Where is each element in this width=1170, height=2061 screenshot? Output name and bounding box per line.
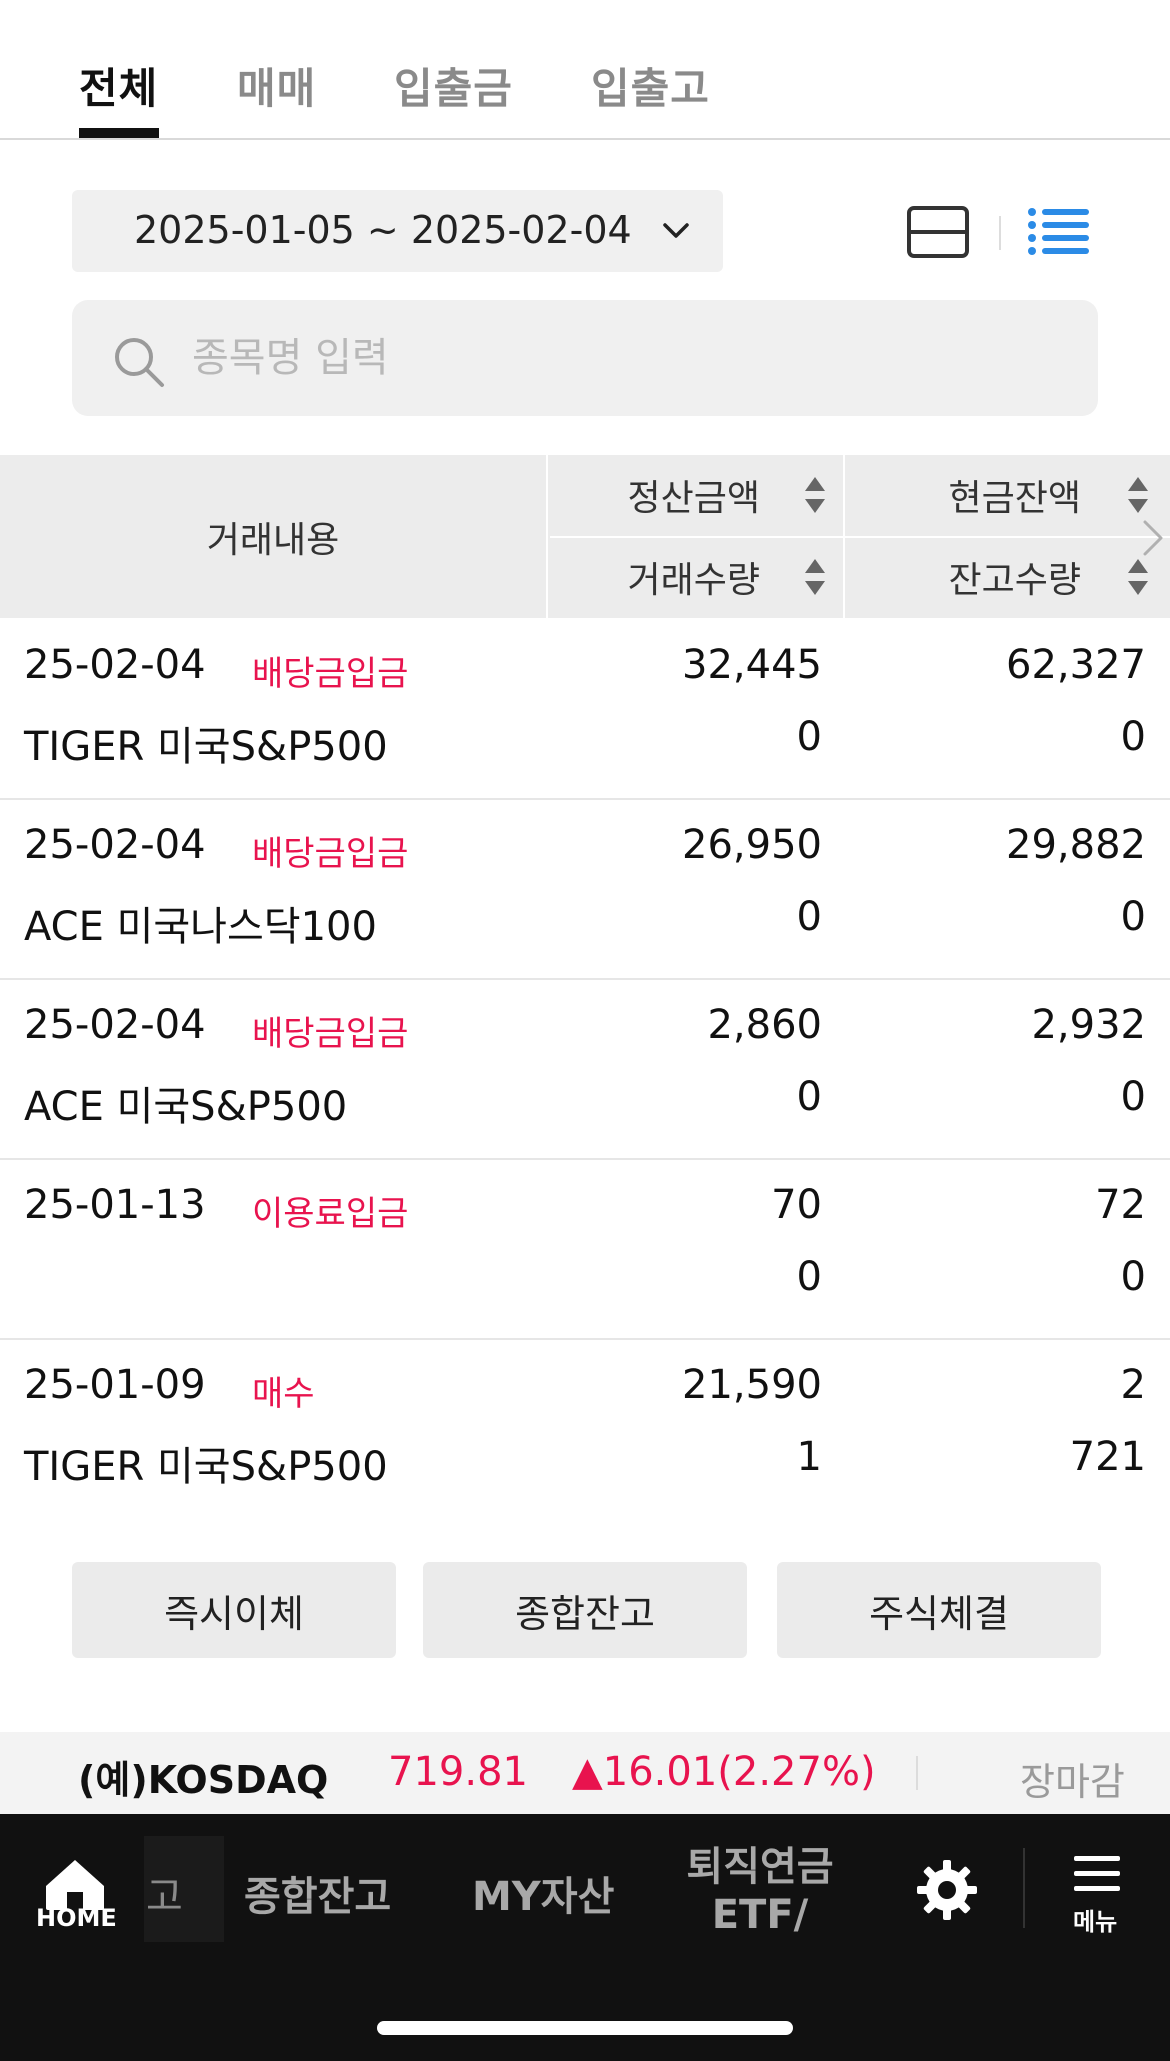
gear-icon[interactable]: [915, 1858, 979, 1922]
row-stock-name: TIGER 미국S&P500: [24, 724, 388, 770]
row-date: 25-02-04: [24, 642, 206, 688]
row-type: 배당금입금: [252, 834, 409, 874]
row-holding-quantity: 0: [1120, 894, 1146, 940]
tab-bar: 전체 매매 입출금 입출고: [0, 0, 1170, 140]
row-settlement-amount: 21,590: [682, 1362, 822, 1408]
active-tab-indicator: [79, 128, 159, 138]
market-ticker[interactable]: (예)KOSDAQ 719.81 ▲16.01(2.27%) 장마감: [0, 1732, 1170, 1814]
row-cash-balance: 29,882: [1006, 822, 1146, 868]
nav-item-partial-label: 고: [146, 1874, 183, 1920]
home-indicator: [377, 2021, 793, 2035]
nav-item-retirement-etf[interactable]: 퇴직연금 ETF/: [680, 1834, 840, 1938]
table-row[interactable]: 25-02-04 배당금입금 TIGER 미국S&P500 32,445 0 6…: [0, 620, 1170, 800]
row-stock-name: TIGER 미국S&P500: [24, 1444, 388, 1490]
row-stock-name: ACE 미국S&P500: [24, 1084, 348, 1130]
row-type: 매수: [252, 1374, 315, 1414]
table-row[interactable]: 25-01-09 매수 TIGER 미국S&P500 21,590 1 2 72…: [0, 1340, 1170, 1520]
menu-label[interactable]: 메뉴: [1073, 1902, 1117, 1937]
search-icon: [115, 338, 164, 387]
row-holding-quantity: 0: [1120, 1074, 1146, 1120]
search-box: [72, 300, 1098, 416]
header-divider: [550, 536, 1170, 538]
nav-item-retirement-line2: ETF/: [711, 1892, 809, 1938]
row-settlement-amount: 32,445: [682, 642, 822, 688]
row-trade-quantity: 0: [796, 894, 822, 940]
sort-icon[interactable]: [1126, 557, 1150, 597]
row-cash-balance: 62,327: [1006, 642, 1146, 688]
bottom-navigation: HOME 고 종합잔고 MY자산 퇴직연금 ETF/ 메뉴: [0, 1814, 1170, 2061]
ticker-divider: [916, 1756, 918, 1790]
row-settlement-amount: 26,950: [682, 822, 822, 868]
row-stock-name: ACE 미국나스닥100: [24, 904, 377, 950]
header-trade-quantity[interactable]: 거래수량: [550, 537, 760, 617]
row-holding-quantity: 0: [1120, 714, 1146, 760]
view-divider: [999, 216, 1001, 250]
nav-item-my-assets[interactable]: MY자산: [472, 1864, 614, 1922]
date-range-value: 2025-01-05 ~ 2025-02-04: [134, 208, 632, 252]
row-trade-quantity: 0: [796, 1074, 822, 1120]
table-row[interactable]: 25-01-13 이용료입금 70 0 72 0: [0, 1160, 1170, 1340]
tab-all[interactable]: 전체: [79, 55, 158, 116]
row-settlement-amount: 70: [771, 1182, 822, 1228]
row-holding-quantity: 0: [1120, 1254, 1146, 1300]
chevron-down-icon: [663, 223, 689, 238]
chevron-right-icon[interactable]: [1140, 518, 1166, 558]
table-row[interactable]: 25-02-04 배당금입금 ACE 미국나스닥100 26,950 0 29,…: [0, 800, 1170, 980]
table-row[interactable]: 25-02-04 배당금입금 ACE 미국S&P500 2,860 0 2,93…: [0, 980, 1170, 1160]
row-date: 25-01-13: [24, 1182, 206, 1228]
row-trade-quantity: 0: [796, 1254, 822, 1300]
header-divider: [843, 455, 845, 618]
ticker-index-value: 719.81: [388, 1749, 528, 1795]
home-label[interactable]: HOME: [36, 1904, 117, 1932]
nav-item-retirement-line1: 퇴직연금: [686, 1844, 834, 1890]
search-input[interactable]: [192, 330, 1052, 386]
header-holding-quantity[interactable]: 잔고수량: [845, 537, 1081, 617]
row-date: 25-02-04: [24, 1002, 206, 1048]
header-cash-balance[interactable]: 현금잔액: [845, 455, 1081, 535]
nav-divider: [1023, 1848, 1025, 1928]
total-balance-button[interactable]: 종합잔고: [423, 1562, 747, 1658]
row-date: 25-02-04: [24, 822, 206, 868]
row-cash-balance: 2,932: [1031, 1002, 1146, 1048]
ticker-index-name: (예)KOSDAQ: [78, 1758, 329, 1802]
sort-icon[interactable]: [803, 557, 827, 597]
tab-trade[interactable]: 매매: [237, 55, 316, 116]
market-status: 장마감: [1020, 1760, 1125, 1804]
row-type: 배당금입금: [252, 654, 409, 694]
list-view-icon[interactable]: [1027, 205, 1091, 259]
tab-deposit-withdraw[interactable]: 입출금: [394, 55, 513, 116]
nav-item-partial[interactable]: 고: [144, 1836, 224, 1942]
row-date: 25-01-09: [24, 1362, 206, 1408]
menu-icon[interactable]: [1074, 1854, 1120, 1894]
row-settlement-amount: 2,860: [707, 1002, 822, 1048]
row-holding-quantity: 721: [1069, 1434, 1146, 1480]
header-settlement-amount[interactable]: 정산금액: [550, 455, 760, 535]
header-transaction: 거래내용: [0, 455, 548, 618]
sort-icon[interactable]: [1126, 475, 1150, 515]
instant-transfer-button[interactable]: 즉시이체: [72, 1562, 396, 1658]
date-range-select[interactable]: 2025-01-05 ~ 2025-02-04: [72, 190, 723, 272]
sort-icon[interactable]: [803, 475, 827, 515]
table-header: 거래내용 정산금액 거래수량 현금잔액 잔고수량: [0, 455, 1170, 618]
row-cash-balance: 72: [1095, 1182, 1146, 1228]
row-trade-quantity: 0: [796, 714, 822, 760]
tab-stock-in-out[interactable]: 입출고: [591, 55, 710, 116]
row-trade-quantity: 1: [796, 1434, 822, 1480]
nav-item-total-balance[interactable]: 종합잔고: [244, 1864, 391, 1922]
row-type: 배당금입금: [252, 1014, 409, 1054]
ticker-index-change: ▲16.01(2.27%): [572, 1749, 876, 1795]
stock-execution-button[interactable]: 주식체결: [777, 1562, 1101, 1658]
row-cash-balance: 2: [1120, 1362, 1146, 1408]
row-type: 이용료입금: [252, 1194, 409, 1234]
card-view-icon[interactable]: [906, 205, 970, 259]
